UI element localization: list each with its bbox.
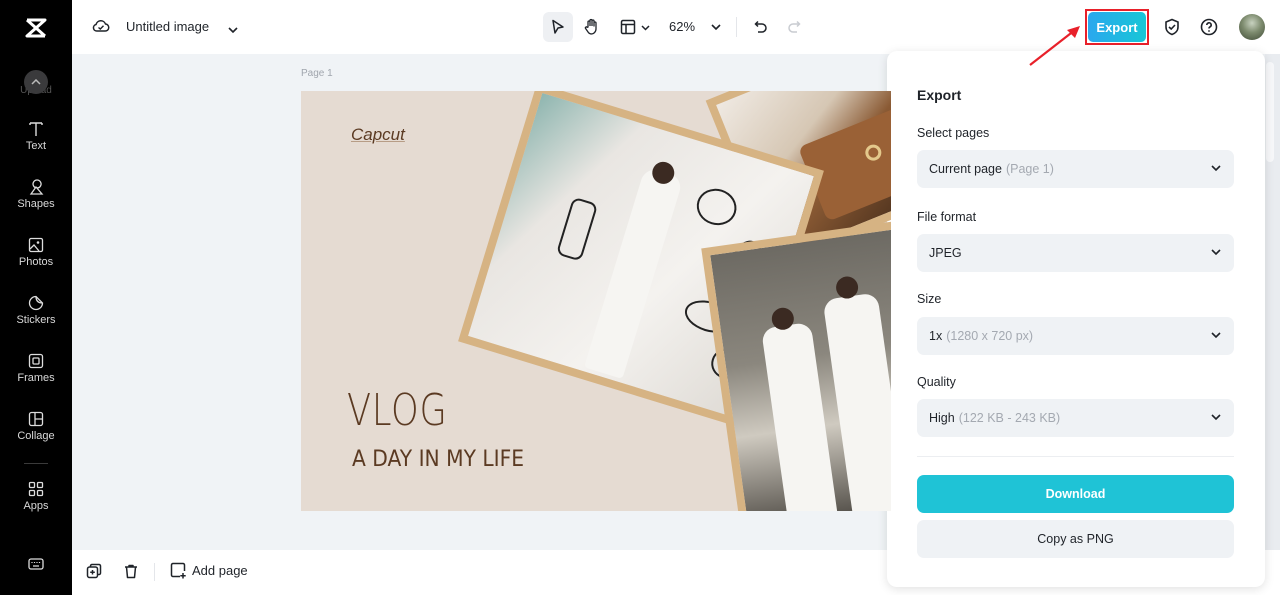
- sidebar-divider: [24, 463, 48, 464]
- document-title[interactable]: Untitled image: [126, 19, 209, 34]
- sidebar-item-frames[interactable]: Frames: [0, 352, 72, 384]
- text-icon: [29, 122, 43, 136]
- layout-menu-button[interactable]: [615, 12, 655, 42]
- cursor-icon: [552, 19, 564, 34]
- file-format-label: File format: [917, 210, 977, 224]
- download-button[interactable]: Download: [917, 475, 1234, 513]
- collage-icon: [28, 411, 44, 427]
- sidebar-item-label: Stickers: [16, 314, 56, 326]
- quality-label: Quality: [917, 375, 956, 389]
- undo-button[interactable]: [750, 12, 772, 42]
- select-pages-dropdown[interactable]: Current page (Page 1): [917, 150, 1234, 188]
- sidebar-item-label: Photos: [18, 256, 54, 268]
- keyboard-shortcuts-button[interactable]: [0, 555, 72, 575]
- quality-value: High: [929, 411, 955, 425]
- chevron-down-icon: [711, 24, 721, 31]
- size-label: Size: [917, 292, 942, 306]
- photos-icon: [28, 237, 44, 253]
- doodle: [692, 183, 742, 231]
- user-avatar[interactable]: [1239, 14, 1265, 40]
- select-tool-button[interactable]: [543, 12, 573, 42]
- top-toolbar: Untitled image 62% Export: [72, 0, 1280, 54]
- trash-icon: [125, 564, 137, 579]
- sidebar-item-stickers[interactable]: Stickers: [0, 294, 72, 326]
- quality-dropdown[interactable]: High (122 KB - 243 KB): [917, 399, 1234, 437]
- add-page-button[interactable]: Add page: [170, 562, 248, 579]
- scroll-up-button[interactable]: [24, 70, 48, 94]
- sidebar-item-label: Collage: [17, 430, 55, 442]
- security-button[interactable]: [1160, 12, 1184, 42]
- chevron-down-icon: [1211, 332, 1221, 339]
- help-icon: [1200, 18, 1218, 36]
- size-value: 1x: [929, 329, 943, 343]
- left-sidebar: Upload Text Shapes Photos Stickers Frame…: [0, 0, 72, 595]
- hand-tool-button[interactable]: [577, 12, 607, 42]
- quality-hint: (122 KB - 243 KB): [958, 411, 1061, 425]
- select-pages-hint: (Page 1): [1005, 162, 1054, 176]
- design-brand-text[interactable]: Capcut: [351, 125, 405, 145]
- shield-check-icon: [1165, 18, 1179, 36]
- design-subtitle[interactable]: A DAY IN MY LIFE: [352, 447, 524, 472]
- file-format-dropdown[interactable]: JPEG: [917, 234, 1234, 272]
- sidebar-item-photos[interactable]: Photos: [0, 236, 72, 268]
- sidebar-item-label: Frames: [17, 372, 55, 384]
- design-title[interactable]: VLOG: [347, 385, 448, 436]
- select-pages-value: Current page: [929, 162, 1002, 176]
- sidebar-item-label: Apps: [23, 500, 49, 512]
- layout-icon: [620, 19, 636, 35]
- sidebar-item-shapes[interactable]: Shapes: [0, 178, 72, 210]
- artboard[interactable]: Capcut VLOG A DAY IN MY LIFE: [301, 91, 891, 511]
- chevron-down-icon[interactable]: [228, 21, 238, 39]
- chevron-up-icon: [31, 79, 41, 85]
- hand-icon: [584, 18, 597, 35]
- sidebar-item-label: Text: [25, 140, 47, 152]
- bottom-divider: [154, 563, 155, 581]
- zoom-dropdown-button[interactable]: [708, 12, 724, 42]
- capcut-logo-icon: [25, 18, 47, 38]
- size-hint: (1280 x 720 px): [946, 329, 1034, 343]
- redo-icon: [788, 20, 801, 33]
- canvas-scrollbar-thumb[interactable]: [1266, 62, 1274, 162]
- duplicate-page-button[interactable]: [86, 563, 102, 584]
- person-silhouette: [761, 321, 840, 511]
- chevron-down-icon: [1211, 165, 1221, 172]
- stickers-icon: [28, 295, 44, 311]
- export-panel-title: Export: [917, 87, 962, 103]
- export-panel: Export Select pages Current page (Page 1…: [887, 51, 1265, 587]
- zoom-level[interactable]: 62%: [669, 19, 695, 34]
- annotation-arrow-icon: [1029, 26, 1080, 66]
- redo-button[interactable]: [783, 12, 805, 42]
- capcut-logo[interactable]: [0, 8, 72, 48]
- keyboard-icon: [28, 558, 44, 570]
- copy-as-png-button[interactable]: Copy as PNG: [917, 520, 1234, 558]
- sidebar-item-collage[interactable]: Collage: [0, 410, 72, 442]
- panel-divider: [917, 456, 1234, 457]
- sidebar-item-apps[interactable]: Apps: [0, 480, 72, 512]
- person-silhouette: [583, 166, 684, 379]
- export-highlight-box: [1085, 9, 1149, 45]
- cloud-sync-icon[interactable]: [92, 18, 110, 39]
- doodle: [555, 196, 599, 262]
- sidebar-item-text[interactable]: Text: [0, 120, 72, 152]
- page-label: Page 1: [301, 68, 333, 79]
- add-page-label: Add page: [192, 563, 248, 578]
- file-format-value: JPEG: [929, 246, 962, 260]
- help-button[interactable]: [1197, 12, 1221, 42]
- shapes-icon: [29, 179, 44, 195]
- duplicate-icon: [86, 563, 102, 579]
- person-silhouette: [822, 292, 891, 511]
- frames-icon: [28, 353, 44, 369]
- apps-icon: [28, 481, 44, 497]
- select-pages-label: Select pages: [917, 126, 990, 140]
- chevron-down-icon: [641, 24, 650, 31]
- add-page-icon: [170, 562, 186, 579]
- undo-icon: [754, 20, 767, 33]
- design-photo-couple[interactable]: [701, 216, 891, 511]
- chevron-down-icon: [1211, 249, 1221, 256]
- chevron-down-icon: [1211, 414, 1221, 421]
- toolbar-divider: [736, 17, 737, 37]
- size-dropdown[interactable]: 1x (1280 x 720 px): [917, 317, 1234, 355]
- delete-page-button[interactable]: [123, 563, 139, 584]
- sidebar-item-label: Shapes: [17, 198, 55, 210]
